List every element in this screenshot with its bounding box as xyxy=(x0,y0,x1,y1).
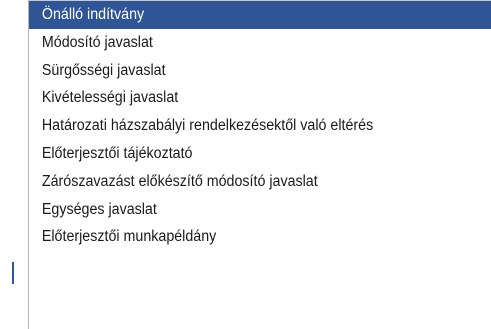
dropdown-option-surgossegi-javaslat[interactable]: Sürgősségi javaslat xyxy=(29,57,491,85)
option-label: Sürgősségi javaslat xyxy=(41,61,166,79)
left-edge-marker xyxy=(12,262,14,284)
dropdown-option-onallo-inditvany[interactable]: Önálló indítvány xyxy=(29,1,491,29)
option-label: Önálló indítvány xyxy=(41,6,145,23)
dropdown-option-eloterjesztoi-munkapeldany[interactable]: Előterjesztői munkapéldány xyxy=(29,223,491,251)
dropdown-option-zaroszavazast-elokeszito[interactable]: Zárószavazást előkészítő módosító javasl… xyxy=(29,168,491,196)
dropdown-option-eloterjesztoi-tajekoztato[interactable]: Előterjesztői tájékoztató xyxy=(29,140,491,168)
option-label: Kivételességi javaslat xyxy=(41,89,179,107)
dropdown-option-hazszabalyi-elteres[interactable]: Határozati házszabályi rendelkezésektől … xyxy=(29,112,491,140)
option-label: Módosító javaslat xyxy=(41,33,153,51)
option-label: Előterjesztői tájékoztató xyxy=(41,144,193,162)
dropdown-option-kivetelessegi-javaslat[interactable]: Kivételességi javaslat xyxy=(29,84,491,112)
option-label: Határozati házszabályi rendelkezésektől … xyxy=(41,117,374,135)
dropdown-option-modosito-javaslat[interactable]: Módosító javaslat xyxy=(29,29,491,57)
page: Önálló indítvány Módosító javaslat Sürgő… xyxy=(0,0,491,329)
option-label: Zárószavazást előkészítő módosító javasl… xyxy=(41,172,318,190)
dropdown-option-egyseges-javaslat[interactable]: Egységes javaslat xyxy=(29,196,491,224)
dropdown-options-list: Önálló indítvány Módosító javaslat Sürgő… xyxy=(28,0,491,329)
option-label: Egységes javaslat xyxy=(41,200,157,218)
option-label: Előterjesztői munkapéldány xyxy=(41,228,217,246)
